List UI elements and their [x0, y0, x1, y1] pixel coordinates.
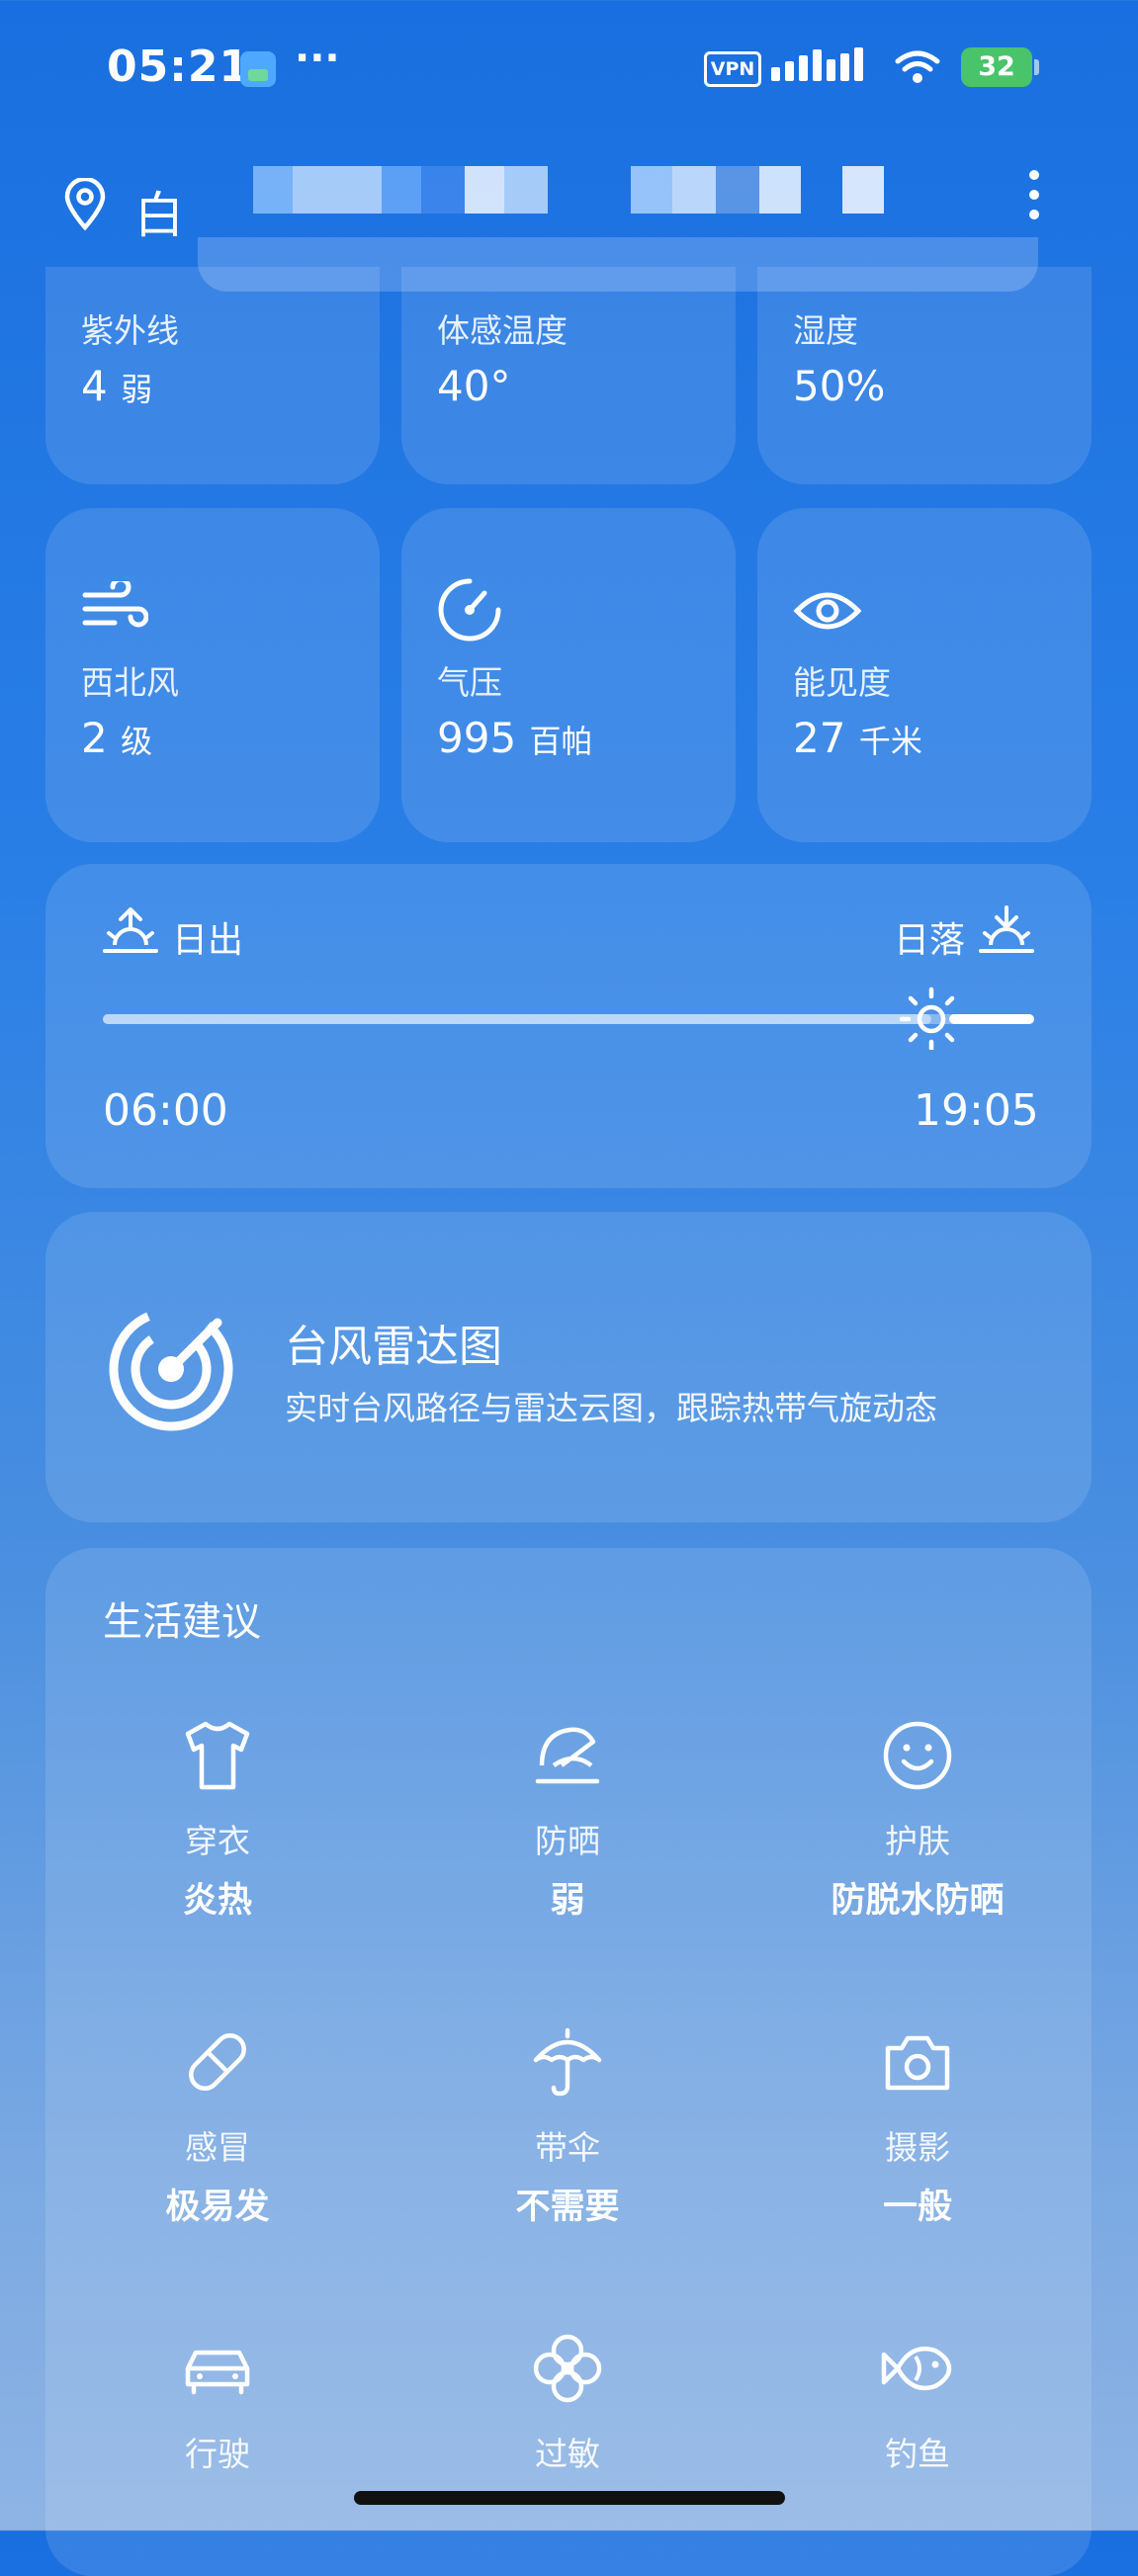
sun-progress-track	[103, 987, 1034, 1050]
uv-card[interactable]: 紫外线 4 弱	[45, 267, 380, 484]
sunrise-icon	[103, 907, 158, 953]
life-title: 生活建议	[103, 1599, 261, 1645]
life-item-label: 带伞	[535, 2128, 600, 2167]
wind-icon	[82, 581, 148, 628]
metric-value: 50%	[793, 362, 886, 410]
humidity-card[interactable]: 湿度 50%	[757, 267, 1092, 484]
smile-icon	[883, 1721, 952, 1790]
pressure-gauge-icon	[438, 578, 501, 642]
life-item-label: 防晒	[535, 1822, 600, 1860]
app-notification-icon	[240, 51, 276, 87]
life-item-label: 护肤	[885, 1822, 950, 1860]
flower-icon	[533, 2334, 602, 2403]
fish-icon	[881, 2346, 952, 2391]
eye-icon	[793, 592, 862, 630]
sun-hat-icon	[535, 1727, 600, 1784]
vpn-badge: VPN	[704, 51, 761, 87]
metric-label: 湿度	[793, 311, 858, 350]
battery-indicator: 32	[961, 47, 1039, 87]
life-item-label: 感冒	[185, 2128, 250, 2167]
metric-value: 4 弱	[81, 362, 153, 410]
metric-label: 西北风	[81, 663, 179, 702]
sunset-icon	[979, 905, 1034, 953]
life-item-label: 穿衣	[185, 1822, 250, 1860]
more-notifications-icon: ···	[295, 36, 340, 81]
sunrise-label: 日出	[172, 920, 244, 961]
signal-icon	[771, 47, 868, 81]
car-icon	[185, 2350, 250, 2395]
typhoon-subtitle: 实时台风路径与雷达云图，跟踪热带气旋动态	[285, 1389, 937, 1427]
life-item-label: 钓鱼	[885, 2435, 950, 2473]
metric-value: 27 千米	[793, 714, 922, 762]
more-options-icon[interactable]	[1026, 170, 1042, 241]
metric-label: 体感温度	[437, 311, 568, 350]
radar-icon	[109, 1307, 233, 1431]
pill-icon	[189, 2033, 246, 2091]
metric-value: 995 百帕	[437, 714, 593, 762]
wifi-icon	[895, 50, 940, 83]
metric-label: 气压	[437, 663, 502, 702]
life-item-label: 摄影	[885, 2128, 950, 2167]
metric-value: 2 级	[81, 714, 153, 762]
life-item-value: 弱	[550, 1881, 585, 1921]
sun-progress-fill	[103, 1014, 932, 1024]
typhoon-title: 台风雷达图	[285, 1322, 502, 1372]
life-item-value: 极易发	[165, 2188, 270, 2227]
sun-position-icon	[900, 987, 964, 1050]
location-pin-icon[interactable]	[61, 178, 109, 231]
sunset-label: 日落	[894, 920, 966, 961]
life-item-label: 过敏	[535, 2435, 600, 2473]
life-item-value: 防脱水防晒	[831, 1881, 1005, 1921]
status-bar: 05:21 ··· VPN 32	[0, 0, 1138, 138]
sunrise-time: 06:00	[103, 1085, 228, 1136]
life-item-value: 炎热	[182, 1881, 252, 1921]
metric-label: 紫外线	[81, 311, 179, 350]
metric-label: 能见度	[793, 663, 891, 702]
status-time: 05:21	[107, 42, 251, 92]
sun-card[interactable]: 日出 日落 06:00 19:05	[45, 864, 1092, 1188]
life-item-value: 一般	[882, 2188, 952, 2227]
typhoon-radar-card[interactable]: 台风雷达图 实时台风路径与雷达云图，跟踪热带气旋动态	[45, 1212, 1092, 1522]
life-suggestions-card: 生活建议 穿衣 炎热 防晒 弱 护肤 防脱水防晒 感冒 极易发 带伞 不需要 摄…	[45, 1548, 1092, 2576]
location-name[interactable]: 白	[134, 176, 184, 247]
feels-like-card[interactable]: 体感温度 40°	[401, 267, 736, 484]
life-item-label: 行驶	[185, 2435, 250, 2473]
sunset-time: 19:05	[914, 1085, 1039, 1136]
umbrella-icon	[533, 2027, 602, 2097]
wind-card[interactable]: 西北风 2 级	[45, 508, 380, 842]
metric-value: 40°	[437, 362, 511, 410]
tshirt-icon	[185, 1721, 250, 1790]
visibility-card[interactable]: 能见度 27 千米	[757, 508, 1092, 842]
life-item-value: 不需要	[515, 2188, 620, 2227]
home-indicator[interactable]	[354, 2491, 785, 2505]
camera-icon	[885, 2035, 950, 2091]
pressure-card[interactable]: 气压 995 百帕	[401, 508, 736, 842]
